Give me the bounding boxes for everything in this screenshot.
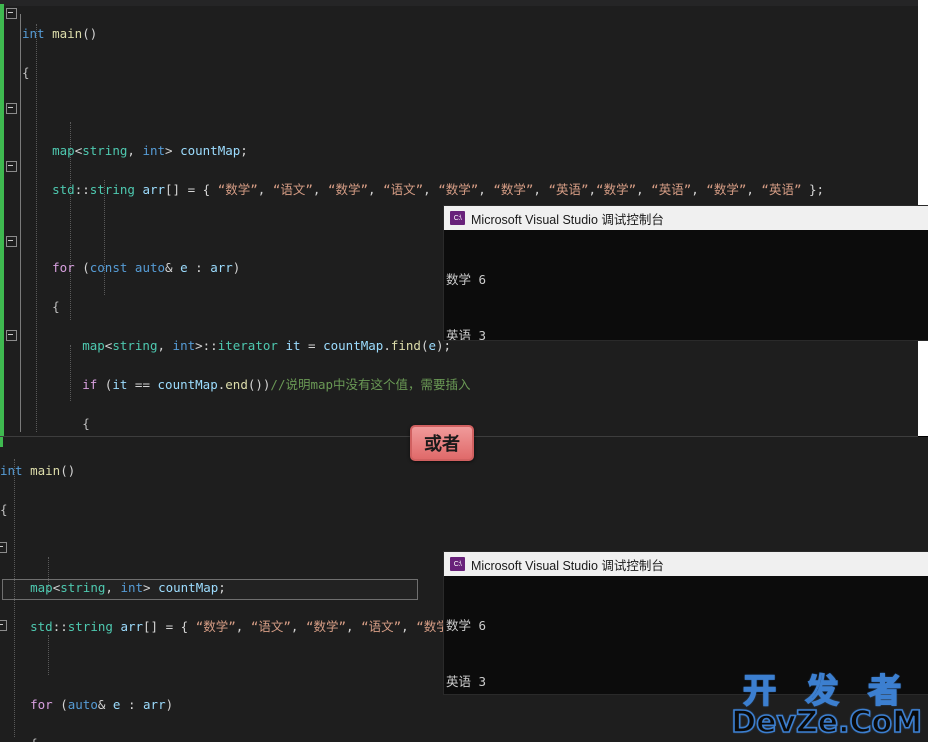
watermark-line-1: 开 发 者 (742, 671, 911, 710)
code-line: { (22, 64, 30, 80)
console-window-1[interactable]: C:\ Microsoft Visual Studio 调试控制台 数学 6 英… (444, 206, 928, 340)
code-line: { (0, 501, 8, 517)
code-line: if (it == countMap.end())//说明map中没有这个值，需… (82, 376, 471, 392)
watermark-line-2: DevZe.CoM (730, 705, 922, 740)
console-app-icon: C:\ (450, 557, 465, 571)
console-line: 数学 6 (446, 272, 487, 287)
code-line: { (0, 734, 810, 742)
watermark: 开 发 者 DevZe.CoM (730, 671, 922, 740)
console-app-icon: C:\ (450, 211, 465, 225)
console-title-label: Microsoft Visual Studio 调试控制台 (471, 212, 664, 227)
code-line: map<string, int> countMap; (52, 142, 248, 158)
console-titlebar-1[interactable]: C:\ Microsoft Visual Studio 调试控制台 (444, 206, 928, 230)
code-line: int main() (22, 25, 98, 41)
console-line: 英语 3 (446, 327, 487, 341)
console-title-label: Microsoft Visual Studio 调试控制台 (471, 558, 664, 573)
code-line: std::string arr[] = { “数学”, “语文”, “数学”, … (52, 181, 825, 197)
code-line: for (auto& e : arr) (30, 696, 174, 712)
screenshot-root: int main() { map<string, int> countMap; … (0, 0, 928, 742)
code-line: int main() (0, 462, 76, 478)
console-output-1: 数学 6 英语 3 语文 2 D:\Microsoft Visual Studi… (444, 230, 928, 340)
annotation-badge-or: 或者 (410, 425, 474, 461)
console-titlebar-2[interactable]: C:\ Microsoft Visual Studio 调试控制台 (444, 552, 928, 576)
console-line: 数学 6 (446, 618, 487, 633)
